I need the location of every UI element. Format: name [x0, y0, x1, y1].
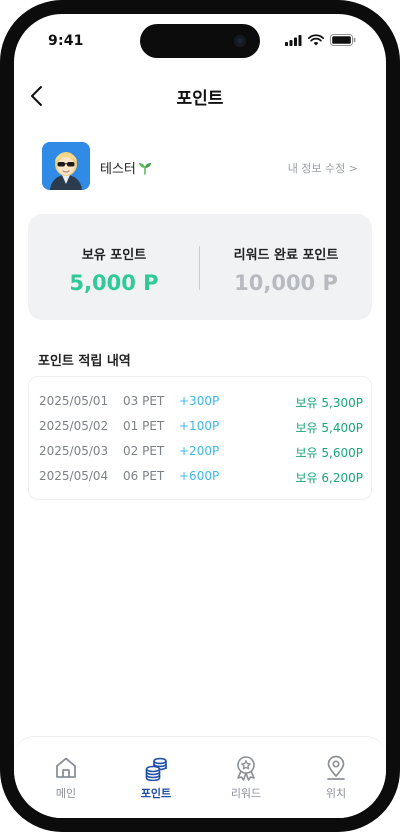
home-icon [56, 757, 76, 778]
profile-section: 테스터 내 정보 수정 > [42, 142, 358, 192]
history-balance: 보유 5,600P [295, 446, 364, 460]
history-pet: 03 PET [123, 394, 165, 408]
avatar-image [42, 142, 90, 190]
camera-icon [234, 35, 246, 47]
edit-profile-link[interactable]: 내 정보 수정 > [288, 160, 358, 176]
history-date: 2025/05/04 [39, 469, 109, 483]
action-button [0, 150, 1, 180]
history-pet: 01 PET [123, 419, 165, 433]
reward-points: 리워드 완료 포인트 10,000 P [200, 244, 372, 295]
history-row: 2025/05/01 03 PET +300P 보유 5,300P [29, 394, 373, 412]
status-icons [285, 34, 356, 46]
username: 테스터 [100, 158, 153, 177]
cellular-signal-icon [285, 34, 302, 46]
tab-location-label: 위치 [325, 787, 347, 800]
history-earned: +100P [179, 419, 220, 433]
username-text: 테스터 [100, 162, 136, 177]
wifi-icon [308, 34, 324, 46]
bottom-tab-bar: 메인 포인트 리워드 위치 [14, 736, 386, 818]
tab-main[interactable]: 메인 [36, 755, 96, 801]
held-points-value: 5,000 P [69, 271, 159, 295]
tab-points[interactable]: 포인트 [126, 755, 186, 801]
history-pet: 02 PET [123, 444, 165, 458]
history-balance: 보유 5,400P [295, 421, 364, 435]
sprout-icon [138, 163, 151, 175]
tab-points-label: 포인트 [140, 787, 172, 800]
history-title: 포인트 적립 내역 [38, 354, 131, 369]
dynamic-island [140, 24, 260, 58]
history-pet: 06 PET [123, 469, 165, 483]
battery-icon [330, 34, 356, 46]
volume-up-button [0, 205, 1, 265]
volume-down-button [0, 280, 1, 340]
coins-icon [145, 757, 167, 781]
history-row: 2025/05/04 06 PET +600P 보유 6,200P [29, 469, 373, 487]
top-navigation: 포인트 [14, 76, 386, 116]
app-screen: 9:41 포인트 테스터 내 정보 수정 > 보유 포인트 5,000 P 리워… [14, 14, 386, 818]
avatar[interactable] [42, 142, 90, 190]
held-points: 보유 포인트 5,000 P [28, 244, 200, 295]
status-time: 9:41 [48, 33, 84, 49]
page-title: 포인트 [176, 89, 224, 109]
reward-points-value: 10,000 P [234, 271, 338, 295]
history-earned: +300P [179, 394, 220, 408]
phone-frame: 9:41 포인트 테스터 내 정보 수정 > 보유 포인트 5,000 P 리워… [0, 0, 400, 832]
history-row: 2025/05/02 01 PET +100P 보유 5,400P [29, 419, 373, 437]
tab-reward-label: 리워드 [230, 787, 262, 800]
points-summary-card: 보유 포인트 5,000 P 리워드 완료 포인트 10,000 P [28, 214, 372, 320]
status-bar: 9:41 [14, 14, 386, 68]
history-earned: +600P [179, 469, 220, 483]
history-earned: +200P [179, 444, 220, 458]
history-balance: 보유 5,300P [295, 396, 364, 410]
badge-icon [237, 756, 255, 781]
history-balance: 보유 6,200P [295, 471, 364, 485]
held-points-label: 보유 포인트 [81, 248, 147, 263]
reward-points-label: 리워드 완료 포인트 [233, 248, 339, 263]
history-date: 2025/05/03 [39, 444, 109, 458]
history-date: 2025/05/01 [39, 394, 109, 408]
history-date: 2025/05/02 [39, 419, 109, 433]
history-row: 2025/05/03 02 PET +200P 보유 5,600P [29, 444, 373, 462]
tab-location[interactable]: 위치 [306, 755, 366, 801]
location-pin-icon [327, 755, 345, 780]
tab-reward[interactable]: 리워드 [216, 755, 276, 801]
history-list: 2025/05/01 03 PET +300P 보유 5,300P 2025/0… [28, 376, 372, 500]
tab-main-label: 메인 [55, 787, 77, 800]
